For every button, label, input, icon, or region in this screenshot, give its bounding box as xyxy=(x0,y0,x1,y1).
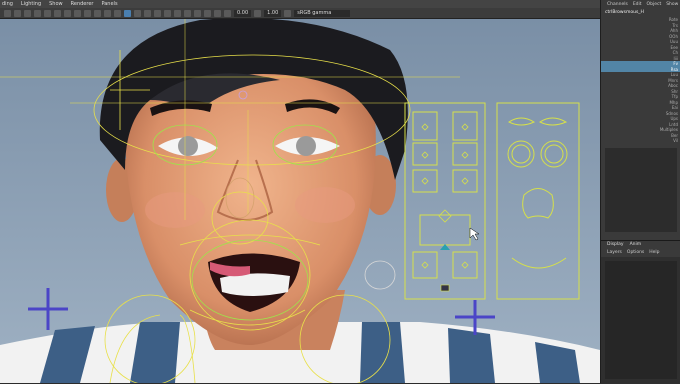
anti-aliasing-icon[interactable] xyxy=(174,9,181,17)
layer-list xyxy=(605,261,677,379)
menu-item-panels[interactable]: Panels xyxy=(101,0,117,8)
menu-item-shading[interactable]: ding xyxy=(2,0,13,8)
gate-mask-icon[interactable] xyxy=(74,9,81,17)
camera-attributes-icon[interactable] xyxy=(14,9,21,17)
wireframe-icon[interactable] xyxy=(104,9,111,17)
viewport-3d[interactable] xyxy=(0,19,600,383)
gamma-icon[interactable] xyxy=(254,9,262,17)
image-plane-icon[interactable] xyxy=(34,9,41,17)
tab-anim[interactable]: Anim xyxy=(630,241,642,249)
channel-box-empty-area xyxy=(605,148,677,232)
shadows-icon[interactable] xyxy=(144,9,151,17)
menu-item-renderer[interactable]: Renderer xyxy=(71,0,94,8)
channel-attribute[interactable]: Vil xyxy=(601,138,680,144)
attribute-list: Rote Trs Ahh OOh Uuu Eee Ch Iiii Fv Rsa Luu Mnrs Abo… xyxy=(601,17,680,144)
select-camera-icon[interactable] xyxy=(4,9,11,17)
menu-item-show[interactable]: Show xyxy=(49,0,63,8)
bookmark-icon[interactable] xyxy=(24,9,31,17)
film-gate-icon[interactable] xyxy=(54,9,61,17)
resolution-gate-icon[interactable] xyxy=(64,9,71,17)
motion-blur-icon[interactable] xyxy=(164,9,171,17)
grid-icon[interactable] xyxy=(44,9,51,17)
menu-show[interactable]: Show xyxy=(666,0,678,9)
safe-action-icon[interactable] xyxy=(94,9,101,17)
selected-node-name: ctrlBrowsmous_H xyxy=(605,10,644,15)
menu-edit[interactable]: Edit xyxy=(633,0,642,9)
menu-layers[interactable]: Layers xyxy=(607,249,622,257)
menu-item-lighting[interactable]: Lighting xyxy=(21,0,41,8)
character-face-rig xyxy=(0,19,600,383)
backface-culling-icon[interactable] xyxy=(214,9,221,17)
channel-box-menu: Channels Edit Object Show xyxy=(601,0,680,9)
smooth-shade-icon[interactable] xyxy=(114,9,121,17)
ambient-occlusion-icon[interactable] xyxy=(154,9,161,17)
viewport-toolbar: 0.00 1.00 sRGB gamma xyxy=(0,8,600,19)
gamma-field[interactable]: 1.00 xyxy=(264,9,282,17)
xray-icon[interactable] xyxy=(194,9,201,17)
field-chart-icon[interactable] xyxy=(84,9,91,17)
menu-channels[interactable]: Channels xyxy=(607,0,628,9)
mouse-cursor-icon xyxy=(469,227,480,241)
menu-options[interactable]: Options xyxy=(627,249,644,257)
face-gui-panel xyxy=(404,102,580,300)
textured-icon[interactable] xyxy=(124,9,131,17)
tab-display[interactable]: Display xyxy=(607,241,624,249)
layer-editor: Display Anim Layers Options Help xyxy=(601,240,680,384)
isolate-select-icon[interactable] xyxy=(184,9,191,17)
view-transform-select[interactable]: sRGB gamma xyxy=(294,9,351,17)
exposure-field[interactable]: 0.00 xyxy=(234,9,252,17)
menu-object[interactable]: Object xyxy=(647,0,662,9)
xray-joints-icon[interactable] xyxy=(204,9,211,17)
color-management-icon[interactable] xyxy=(284,9,292,17)
menu-help[interactable]: Help xyxy=(649,249,659,257)
channel-box-panel: Channels Edit Object Show ctrlBrowsmous_… xyxy=(600,0,680,384)
exposure-icon[interactable] xyxy=(224,9,231,17)
lights-icon[interactable] xyxy=(134,9,141,17)
menu-bar: ding Lighting Show Renderer Panels xyxy=(0,0,600,8)
